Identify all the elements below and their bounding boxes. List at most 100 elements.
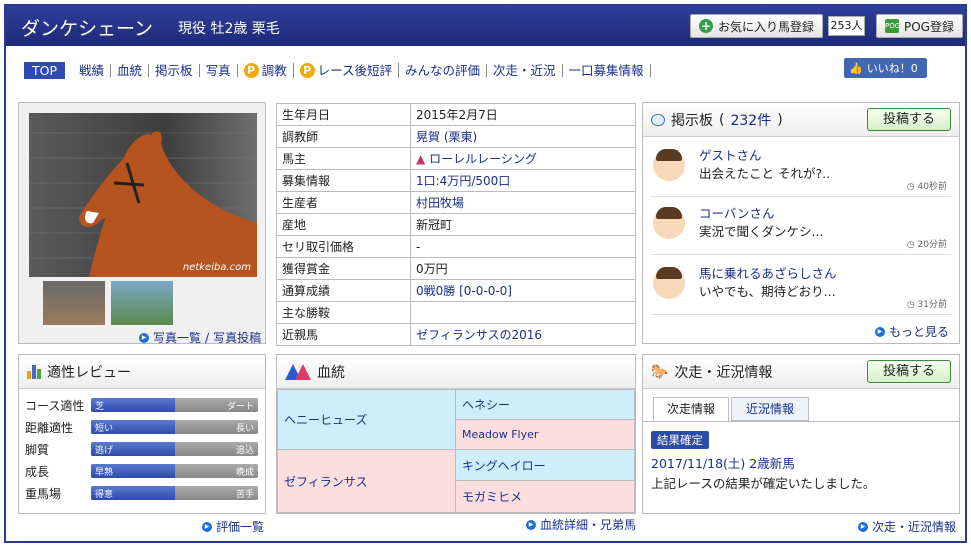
dam-dam-cell[interactable]: モガミヒメ bbox=[455, 480, 635, 513]
comment-time-text: 31分前 bbox=[917, 300, 947, 310]
aptitude-label: 脚質 bbox=[25, 443, 50, 457]
profile-key: 生産者 bbox=[276, 191, 411, 214]
comment-time: ◷ 31分前 bbox=[907, 297, 947, 310]
photo-thumbnail[interactable] bbox=[111, 281, 173, 325]
aptitude-bar: 得意 苦手 bbox=[91, 486, 258, 500]
sire-sire-cell[interactable]: ヘネシー bbox=[455, 389, 635, 420]
aptitude-bar: 短い 長い bbox=[91, 420, 258, 434]
comment-user[interactable]: コーバンさん bbox=[699, 203, 775, 222]
dam-sire-cell[interactable]: キングヘイロー bbox=[455, 449, 635, 481]
bbs-count: 232件 bbox=[730, 112, 772, 129]
news-post-button[interactable]: 投稿する bbox=[867, 360, 951, 383]
bar-right-label: 追込 bbox=[235, 446, 254, 456]
profile-value: - bbox=[410, 235, 636, 258]
comment-user[interactable]: 馬に乗れるあざらしさん bbox=[699, 263, 837, 282]
comment-item[interactable]: コーバンさん実況で聞くダンケシ... ◷ 20分前 bbox=[651, 199, 951, 255]
tab-fund[interactable]: 一口募集情報 bbox=[563, 64, 651, 77]
comment-item[interactable]: ゲストさん 出会えたこと それが?.. ◷ 40秒前 bbox=[651, 141, 951, 197]
table-row: 生年月日 2015年2月7日 bbox=[276, 103, 636, 126]
next-race-link[interactable]: ▶ 次走・近況情報 bbox=[858, 518, 956, 535]
profile-key: 産地 bbox=[276, 213, 411, 236]
plus-icon: + bbox=[699, 19, 713, 33]
arrow-right-icon: ▶ bbox=[526, 519, 536, 530]
table-row: 募集情報 1口:4万円/500口 bbox=[276, 169, 636, 192]
tab-bbs[interactable]: 掲示板 bbox=[149, 64, 200, 77]
rating-list-label: 評価一覧 bbox=[216, 520, 265, 534]
profile-key: 生年月日 bbox=[276, 103, 411, 126]
horse-status: 現役 牡2歳 栗毛 bbox=[178, 21, 280, 37]
horse-photo[interactable]: netkeiba.com bbox=[29, 113, 257, 277]
rating-list-link[interactable]: ▶ 評価一覧 bbox=[202, 518, 264, 535]
photo-upload-link[interactable]: 写真投稿 bbox=[213, 329, 261, 346]
aptitude-bar: 早熟 晩成 bbox=[91, 464, 258, 478]
fund-link[interactable]: 1口:4万円/500口 bbox=[410, 169, 636, 192]
table-row: 生産者 村田牧場 bbox=[276, 191, 636, 214]
bar-right-label: 長い bbox=[235, 424, 254, 434]
pedigree-detail-link[interactable]: ▶ 血統詳細・兄弟馬 bbox=[526, 516, 636, 533]
tab-top[interactable]: TOP bbox=[24, 62, 66, 79]
favorite-label: お気に入り馬登録 bbox=[718, 19, 815, 34]
pedigree-logo-icon bbox=[285, 363, 311, 380]
table-row: 産地 新冠町 bbox=[276, 213, 636, 236]
tab-results[interactable]: 戦績 bbox=[73, 64, 112, 77]
like-label: いいね！0 bbox=[866, 62, 918, 75]
tab-pedigree[interactable]: 血統 bbox=[111, 64, 150, 77]
tab-race-review[interactable]: P レース後短評 bbox=[294, 63, 399, 78]
tab-nav: TOP 戦績 血統 掲示板 写真 P 調教 P レース後短評 みんなの評価 次走・近… bbox=[24, 62, 651, 79]
aptitude-label: 距離適性 bbox=[25, 421, 74, 435]
dam-cell[interactable]: ゼフィランサス bbox=[277, 449, 456, 513]
sire-dam-cell[interactable]: Meadow Flyer bbox=[455, 419, 635, 450]
photo-list-link[interactable]: 写真一覧 bbox=[153, 329, 201, 346]
aptitude-label: 成長 bbox=[25, 465, 50, 479]
photo-panel: netkeiba.com ▶ 写真一覧 / 写真投稿 bbox=[18, 102, 266, 346]
comment-time-text: 20分前 bbox=[917, 240, 947, 250]
profile-value bbox=[410, 301, 636, 324]
trainer-link[interactable]: 晃賀 (栗東) bbox=[410, 125, 636, 148]
tab-photo[interactable]: 写真 bbox=[200, 64, 238, 77]
breeder-link[interactable]: 村田牧場 bbox=[410, 191, 636, 214]
pog-icon: POG bbox=[885, 19, 900, 33]
table-row: 獲得賞金 0万円 bbox=[276, 257, 636, 280]
avatar bbox=[653, 267, 685, 299]
comment-text: 実況で聞くダンケシ... bbox=[699, 224, 824, 239]
bar-left-label: 早熟 bbox=[95, 468, 114, 478]
pog-button[interactable]: POG POG登録 bbox=[876, 14, 963, 38]
table-row: 主な勝鞍 bbox=[276, 301, 636, 324]
table-row: 近親馬 ゼフィランサスの2016 bbox=[276, 323, 636, 346]
profile-value: 2015年2月7日 bbox=[410, 103, 636, 126]
bbs-post-button[interactable]: 投稿する bbox=[867, 108, 951, 131]
horse-page: ダンケシェーン 現役 牡2歳 栗毛 + お気に入り馬登録 253人 POG POG登… bbox=[4, 4, 967, 543]
tab-next-info[interactable]: 次走情報 bbox=[653, 397, 729, 421]
arrow-right-icon: ▶ bbox=[874, 326, 885, 337]
comment-item[interactable]: 馬に乗れるあざらしさん いやでも、期待どおり... ◷ 31分前 bbox=[651, 259, 951, 315]
favorite-count: 253人 bbox=[828, 16, 865, 36]
photo-thumbnail[interactable] bbox=[43, 281, 105, 325]
tab-ratings[interactable]: みんなの評価 bbox=[399, 64, 487, 77]
tab-training[interactable]: P 調教 bbox=[238, 63, 294, 78]
relative-link[interactable]: ゼフィランサスの2016 bbox=[410, 323, 636, 346]
profile-key: 募集情報 bbox=[276, 169, 411, 192]
profile-value: 0万円 bbox=[410, 257, 636, 280]
racehorse-icon: 🐎 bbox=[651, 363, 669, 380]
sire-cell[interactable]: ヘニーヒューズ bbox=[277, 389, 456, 450]
tab-recent-info[interactable]: 近況情報 bbox=[731, 397, 809, 421]
comment-time: ◷ 20分前 bbox=[907, 237, 947, 250]
record-link[interactable]: 0戦0勝 [0-0-0-0] bbox=[410, 279, 636, 302]
bar-left-label: 芝 bbox=[95, 402, 105, 412]
owner-link[interactable]: ローレルレーシング bbox=[429, 152, 537, 166]
like-button[interactable]: 👍 いいね！0 bbox=[844, 58, 927, 78]
bbs-panel: 掲示板(232件) 投稿する ゲストさん 出会えたこと それが?.. ◷ 40秒前 … bbox=[642, 102, 960, 344]
comment-user[interactable]: ゲストさん bbox=[699, 145, 762, 164]
profile-key: 主な勝鞍 bbox=[276, 301, 411, 324]
aptitude-label: 重馬場 bbox=[25, 487, 62, 501]
tab-next-race[interactable]: 次走・近況 bbox=[487, 64, 563, 77]
photo-links: ▶ 写真一覧 / 写真投稿 bbox=[139, 329, 261, 346]
favorite-button[interactable]: + お気に入り馬登録 bbox=[690, 14, 824, 38]
arrow-right-icon: ▶ bbox=[202, 521, 212, 532]
race-link[interactable]: 2017/11/18(土) 2歳新馬 bbox=[651, 453, 795, 472]
comment-time: ◷ 40秒前 bbox=[907, 179, 947, 192]
more-link[interactable]: ▶ もっと見る bbox=[874, 323, 949, 340]
profile-key: 近親馬 bbox=[276, 323, 411, 346]
aptitude-title: 適性レビュー bbox=[47, 364, 131, 381]
owner-cell[interactable]: ▲ ローレルレーシング bbox=[410, 147, 636, 170]
